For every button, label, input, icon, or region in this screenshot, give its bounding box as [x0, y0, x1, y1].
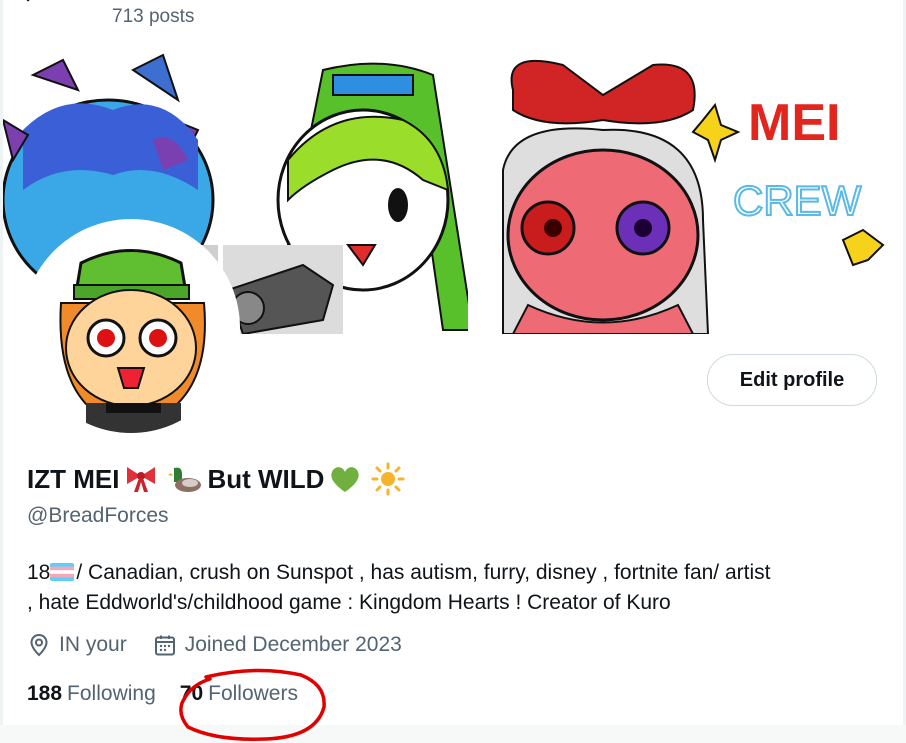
follow-stats: 188 Following 70 Followers	[27, 682, 322, 706]
location: IN your	[27, 633, 127, 657]
display-name-part2: But WILD	[207, 463, 325, 494]
banner-crew-text: CREW	[733, 177, 862, 224]
display-name-part1: IZT MEI	[27, 463, 120, 494]
location-text: IN your	[59, 633, 127, 656]
posts-count: 713 posts	[112, 6, 195, 27]
ribbon-emoji-icon	[127, 467, 156, 492]
green-heart-emoji-icon	[331, 467, 360, 492]
avatar-artwork	[26, 223, 236, 433]
user-handle: @BreadForces	[27, 504, 169, 527]
join-date: Joined December 2023	[153, 633, 402, 657]
banner-mei-text: MEI	[748, 94, 840, 152]
followers-label: Followers	[208, 682, 298, 705]
bio-line-2: , hate Eddworld's/childhood game : Kingd…	[27, 591, 671, 614]
bio-age: 18	[27, 561, 51, 584]
join-date-text: Joined December 2023	[184, 633, 402, 656]
edit-profile-button[interactable]: Edit profile	[707, 354, 877, 406]
following-label: Following	[67, 682, 156, 705]
sun-emoji-icon	[371, 462, 405, 496]
profile-meta: IN your Joined December 2023	[27, 633, 428, 657]
profile-bio: 18 / Canadian, crush on Sunspot , has aut…	[27, 558, 887, 618]
following-count: 188	[27, 682, 63, 705]
map-pin-icon	[30, 633, 48, 657]
back-arrow-icon[interactable]	[24, 0, 48, 6]
display-name: IZT MEI But WILD	[27, 462, 410, 496]
bottom-strip	[0, 725, 906, 743]
following-link[interactable]: 188 Following	[27, 682, 156, 706]
calendar-icon	[154, 635, 175, 656]
followers-link[interactable]: 70 Followers	[180, 682, 298, 706]
bio-line-1: 18 / Canadian, crush on Sunspot , has aut…	[27, 558, 887, 588]
duck-emoji-icon	[168, 467, 202, 492]
bio-line-1-text: / Canadian, crush on Sunspot , has autis…	[76, 561, 771, 584]
followers-count: 70	[179, 682, 204, 705]
transgender-flag-icon	[50, 563, 75, 581]
profile-avatar[interactable]	[26, 223, 236, 433]
